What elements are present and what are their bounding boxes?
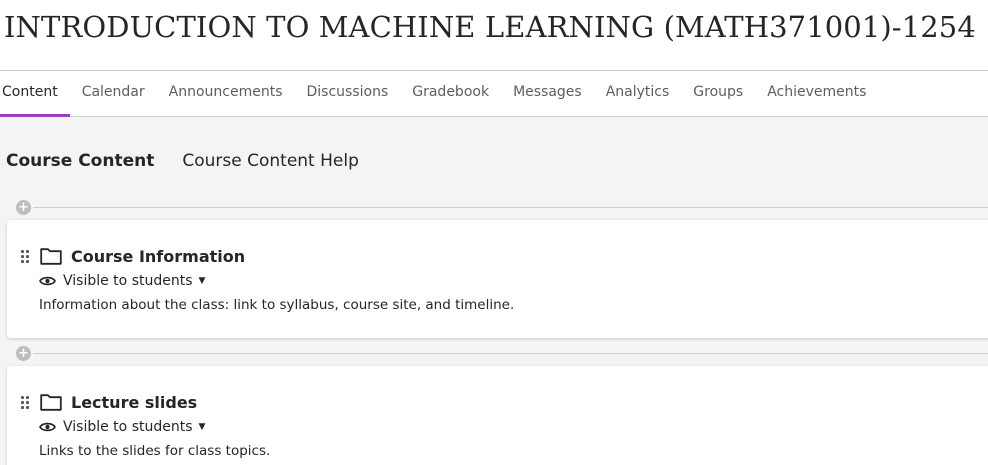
add-divider — [33, 352, 988, 354]
course-content-help-link[interactable]: Course Content Help — [182, 151, 359, 171]
visibility-label: Visible to students — [63, 419, 193, 435]
eye-icon — [39, 276, 56, 286]
folder-icon — [40, 394, 62, 411]
plus-icon[interactable]: + — [16, 199, 31, 215]
tab-analytics[interactable]: Analytics — [594, 71, 682, 117]
add-content-row: + — [16, 199, 988, 215]
content-item-title[interactable]: Lecture slides — [71, 393, 197, 412]
course-title: INTRODUCTION TO MACHINE LEARNING (MATH37… — [4, 10, 976, 44]
course-header: INTRODUCTION TO MACHINE LEARNING (MATH37… — [0, 0, 988, 117]
caret-down-icon: ▼ — [198, 422, 206, 432]
drag-handle-icon[interactable] — [21, 250, 29, 264]
tab-discussions[interactable]: Discussions — [295, 71, 401, 117]
content-subnav: Course Content Course Content Help — [6, 151, 359, 171]
course-tabs: Content Calendar Announcements Discussio… — [0, 71, 878, 117]
drag-handle-icon[interactable] — [21, 396, 29, 410]
tab-gradebook[interactable]: Gradebook — [400, 71, 501, 117]
visibility-label: Visible to students — [63, 273, 193, 289]
add-content-row: + — [16, 345, 988, 361]
tab-messages[interactable]: Messages — [501, 71, 594, 117]
tab-content[interactable]: Content — [0, 71, 70, 117]
tab-achievements[interactable]: Achievements — [755, 71, 878, 117]
caret-down-icon: ▼ — [198, 276, 206, 286]
tab-calendar[interactable]: Calendar — [70, 71, 157, 117]
content-item-description: Links to the slides for class topics. — [39, 443, 271, 459]
course-content-heading[interactable]: Course Content — [6, 151, 154, 171]
visibility-dropdown[interactable]: Visible to students ▼ — [39, 273, 205, 289]
visibility-dropdown[interactable]: Visible to students ▼ — [39, 419, 205, 435]
content-item-title[interactable]: Course Information — [71, 247, 245, 266]
tab-groups[interactable]: Groups — [681, 71, 755, 117]
folder-icon — [40, 248, 62, 265]
plus-icon[interactable]: + — [16, 345, 31, 361]
content-item-description: Information about the class: link to syl… — [39, 297, 515, 313]
tab-announcements[interactable]: Announcements — [157, 71, 295, 117]
add-divider — [33, 206, 988, 208]
eye-icon — [39, 422, 56, 432]
content-item-course-information: Course Information Visible to students ▼… — [7, 220, 988, 338]
content-item-lecture-slides: Lecture slides Visible to students ▼ Lin… — [7, 366, 988, 465]
